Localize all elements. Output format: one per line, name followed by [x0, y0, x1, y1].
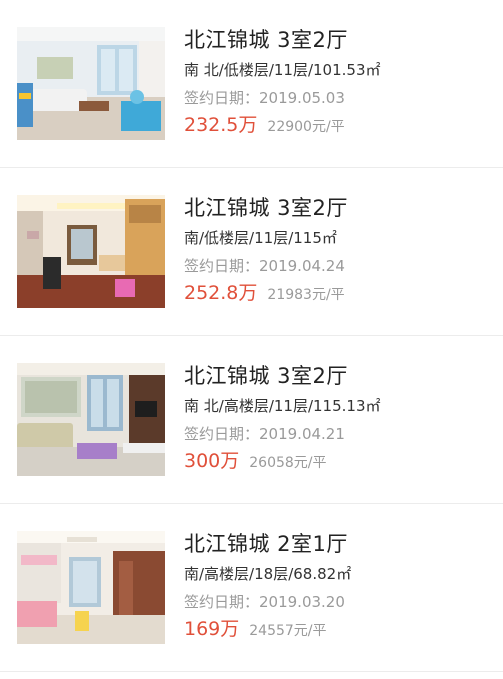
listing-info: 北江锦城 3室2厅 南 北/高楼层/11层/115.13㎡ 签约日期：2019.… — [184, 362, 495, 475]
listing-photo[interactable] — [17, 531, 165, 644]
listing-sign-date: 签约日期：2019.04.21 — [184, 425, 345, 443]
listing-price-row: 300万 26058元/平 — [184, 449, 495, 475]
listing-total-price: 252.8万 — [184, 282, 258, 304]
listing-sign-date: 签约日期：2019.03.20 — [184, 593, 345, 611]
listing-total-price: 232.5万 — [184, 114, 258, 136]
listing-details: 南/低楼层/11层/115㎡ — [184, 229, 337, 247]
listing-details: 南 北/低楼层/11层/101.53㎡ — [184, 61, 381, 79]
listing-total-price: 300万 — [184, 450, 240, 472]
listing-unit-price: 24557元/平 — [249, 623, 327, 639]
listing-item[interactable]: 北江锦城 2室1厅 南/高楼层/18层/68.82㎡ 签约日期：2019.03.… — [0, 504, 503, 672]
listing-price-row: 232.5万 22900元/平 — [184, 113, 495, 139]
listing-sign-date: 签约日期：2019.04.24 — [184, 257, 345, 275]
listing-photo[interactable] — [17, 195, 165, 308]
listing-info: 北江锦城 3室2厅 南/低楼层/11层/115㎡ 签约日期：2019.04.24… — [184, 194, 495, 307]
listing-details: 南 北/高楼层/11层/115.13㎡ — [184, 397, 381, 415]
listing-unit-price: 22900元/平 — [267, 119, 345, 135]
listing-item[interactable]: 北江锦城 3室2厅 南/低楼层/11层/115㎡ 签约日期：2019.04.24… — [0, 168, 503, 336]
listing-photo[interactable] — [17, 363, 165, 476]
listing-price-row: 252.8万 21983元/平 — [184, 281, 495, 307]
listing-item[interactable]: 北江锦城 3室2厅 南 北/低楼层/11层/101.53㎡ 签约日期：2019.… — [0, 0, 503, 168]
listing-sign-date: 签约日期：2019.05.03 — [184, 89, 345, 107]
listing-title: 北江锦城 3室2厅 — [184, 28, 348, 52]
listing-unit-price: 26058元/平 — [249, 455, 327, 471]
listing-details: 南/高楼层/18层/68.82㎡ — [184, 565, 352, 583]
listing-title: 北江锦城 3室2厅 — [184, 196, 348, 220]
listing-info: 北江锦城 2室1厅 南/高楼层/18层/68.82㎡ 签约日期：2019.03.… — [184, 530, 495, 643]
listing-item[interactable]: 北江锦城 3室2厅 南 北/高楼层/11层/115.13㎡ 签约日期：2019.… — [0, 336, 503, 504]
listing-list: 北江锦城 3室2厅 南 北/低楼层/11层/101.53㎡ 签约日期：2019.… — [0, 0, 503, 672]
listing-photo[interactable] — [17, 27, 165, 140]
listing-title: 北江锦城 2室1厅 — [184, 532, 348, 556]
listing-unit-price: 21983元/平 — [267, 287, 345, 303]
listing-title: 北江锦城 3室2厅 — [184, 364, 348, 388]
listing-total-price: 169万 — [184, 618, 240, 640]
listing-info: 北江锦城 3室2厅 南 北/低楼层/11层/101.53㎡ 签约日期：2019.… — [184, 26, 495, 139]
listing-price-row: 169万 24557元/平 — [184, 617, 495, 643]
